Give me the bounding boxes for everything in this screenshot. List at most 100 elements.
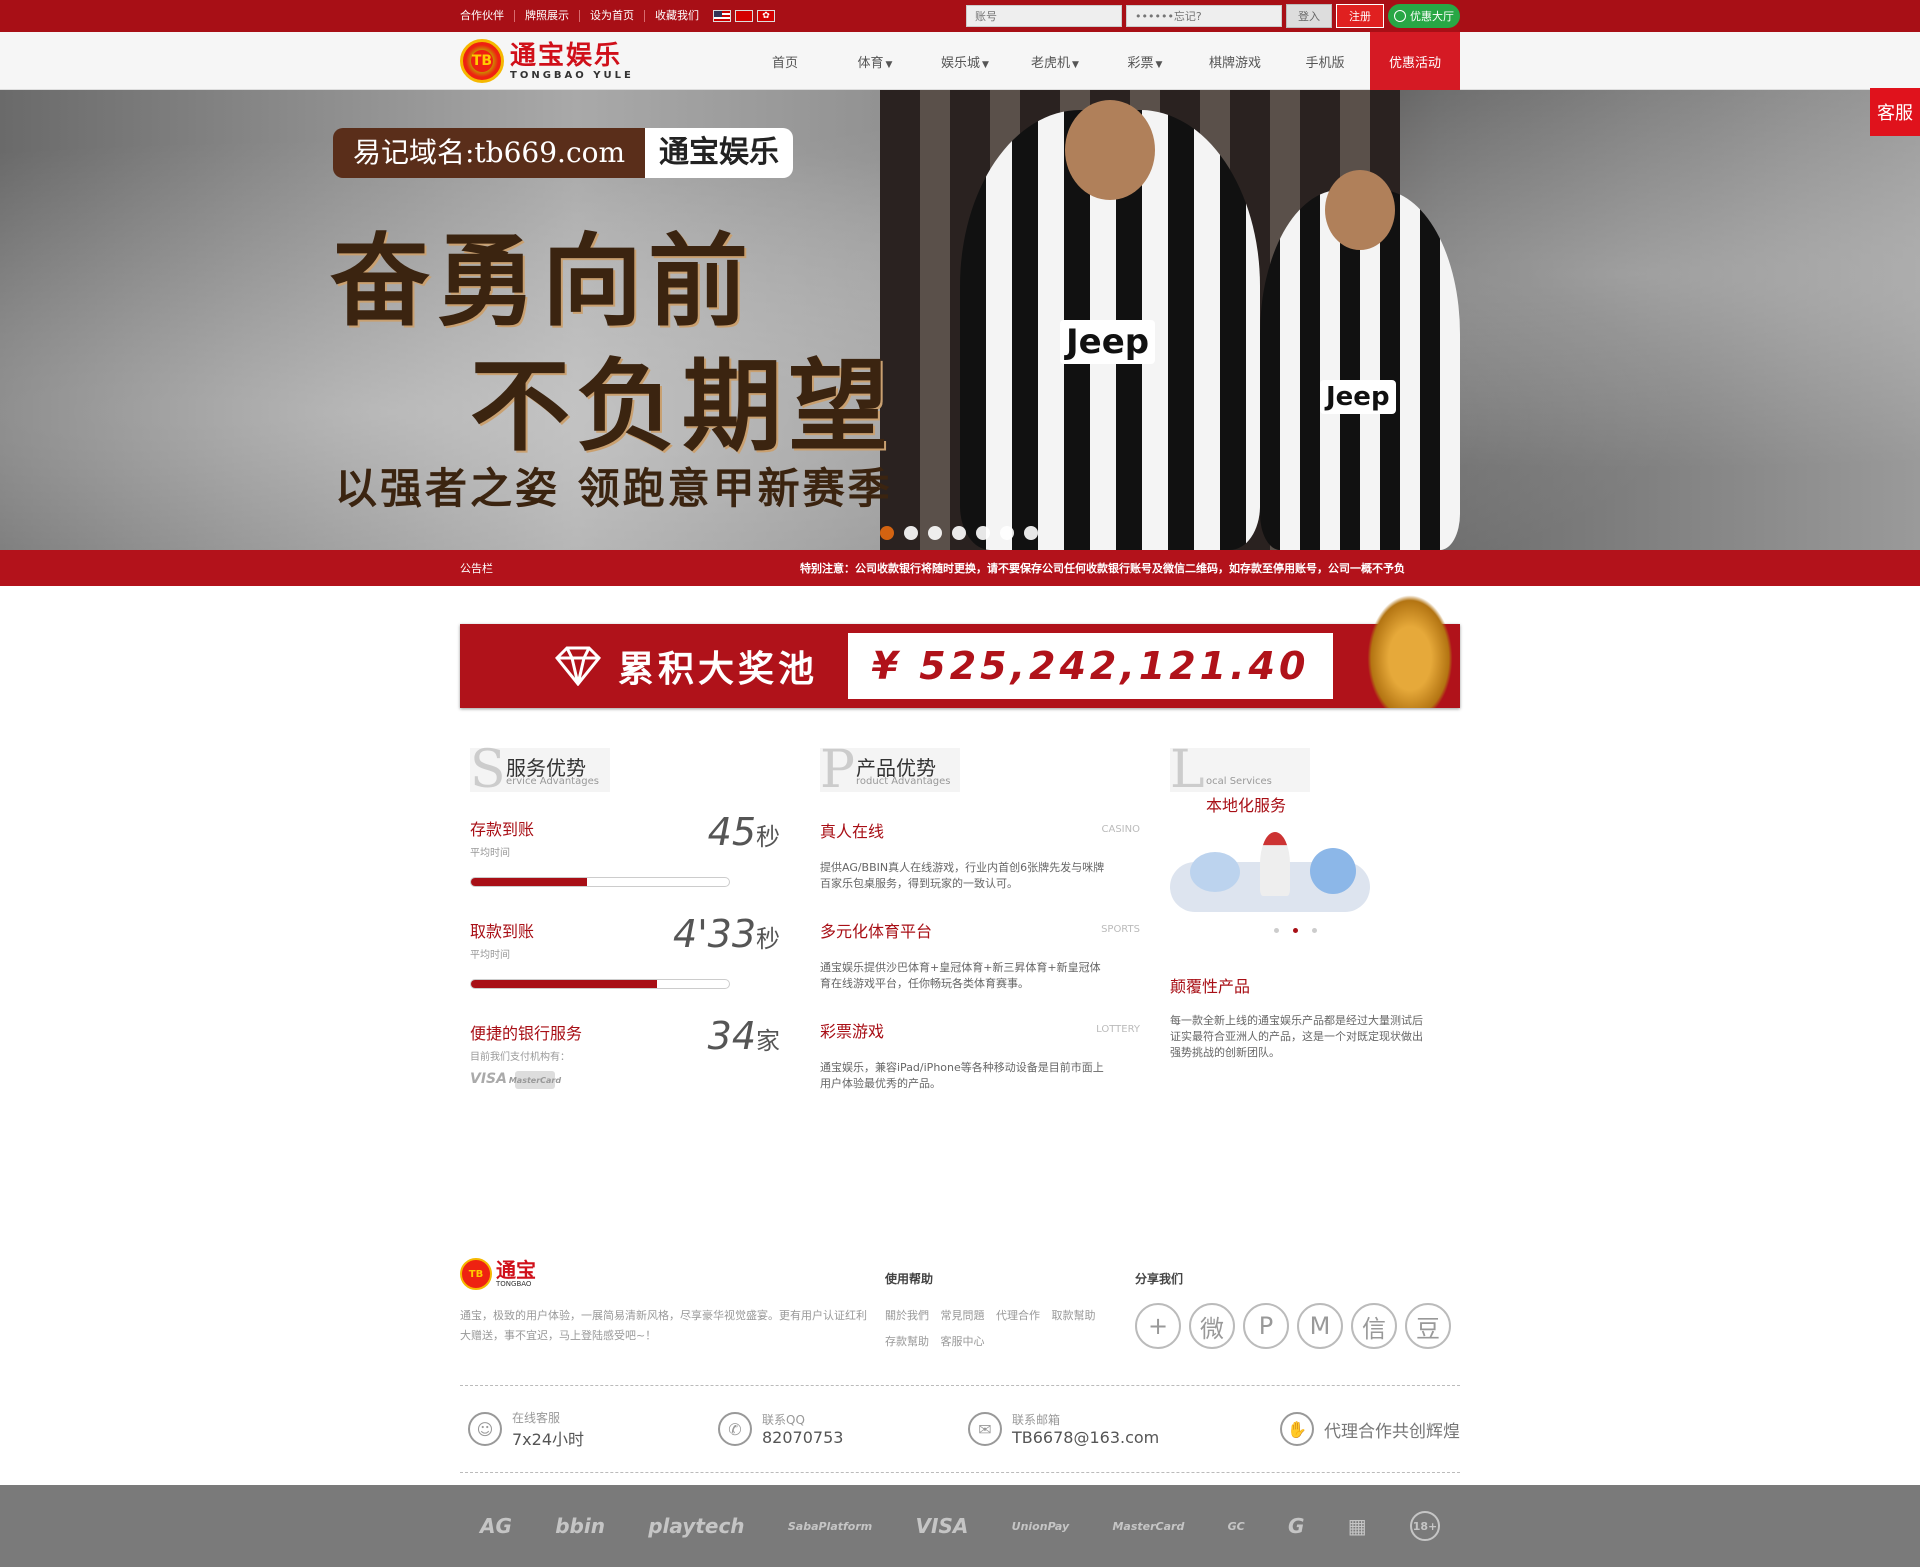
contact-qq[interactable]: ✆ 联系QQ 82070753 bbox=[710, 1411, 960, 1447]
slide-dot[interactable] bbox=[880, 526, 894, 540]
wechat-icon[interactable]: 信 bbox=[1351, 1303, 1397, 1349]
site-logo[interactable]: TB 通宝娱乐 TONGBAO YULE bbox=[460, 39, 740, 83]
share-title: 分享我们 bbox=[1135, 1272, 1184, 1286]
help-title: 使用帮助 bbox=[885, 1272, 934, 1286]
help-link-about[interactable]: 關於我們 bbox=[885, 1309, 929, 1322]
nav-label: 棋牌游戏 bbox=[1208, 55, 1261, 71]
promo-hall-button[interactable]: 优惠大厅 bbox=[1388, 4, 1460, 28]
heading-subtitle: ocal Services bbox=[1206, 776, 1272, 787]
nav-label: 首页 bbox=[771, 55, 798, 71]
nav-item-home[interactable]: 首页 bbox=[740, 52, 830, 71]
renren-icon[interactable]: M bbox=[1297, 1303, 1343, 1349]
help-link-withdraw[interactable]: 取款幫助 bbox=[1052, 1309, 1096, 1322]
nav-item-lottery[interactable]: 彩票 ▼ bbox=[1100, 52, 1190, 71]
top-bar: 合作伙伴 牌照展示 设为首页 收藏我们 ✿ 登入 注册 优惠大厅 bbox=[0, 0, 1920, 32]
help-link-deposit[interactable]: 存款幫助 bbox=[885, 1335, 929, 1348]
dragon-mascot bbox=[1360, 584, 1460, 708]
slide-dot[interactable] bbox=[928, 526, 942, 540]
heading-letter: S bbox=[470, 740, 506, 800]
help-link-agent[interactable]: 代理合作 bbox=[996, 1309, 1040, 1322]
local-column: L 本地化服务 ocal Services 颠覆性产品 每一款全新上线的通宝娱乐… bbox=[1160, 744, 1460, 1098]
nav-item-chess[interactable]: 棋牌游戏 bbox=[1190, 52, 1280, 71]
help-link-faq[interactable]: 常見問題 bbox=[941, 1309, 985, 1322]
help-link-support[interactable]: 客服中心 bbox=[941, 1335, 985, 1348]
nav-label: 体育 bbox=[857, 55, 884, 71]
product-casino[interactable]: 真人在线 CASINO 提供AG/BBIN真人在线游戏，行业内首创6张牌先发与咪… bbox=[820, 818, 1150, 892]
plus-icon[interactable]: + bbox=[1135, 1303, 1181, 1349]
jersey-sponsor: Jeep bbox=[1060, 320, 1156, 364]
slide-dot[interactable] bbox=[1000, 526, 1014, 540]
hero-banner[interactable]: 易记域名:tb669.com 通宝娱乐 奋勇向前 不负期望 以强者之姿 领跑意甲… bbox=[0, 90, 1920, 550]
account-input[interactable] bbox=[966, 5, 1122, 27]
hk-flag-icon[interactable]: ✿ bbox=[757, 10, 775, 22]
nav-label: 优惠活动 bbox=[1388, 55, 1441, 71]
slide-dot[interactable] bbox=[952, 526, 966, 540]
carousel-dot[interactable] bbox=[1311, 928, 1317, 933]
bookmark-link[interactable]: 收藏我们 bbox=[644, 10, 709, 22]
age-18-icon: 18+ bbox=[1409, 1511, 1440, 1541]
grid-logo: ▦ bbox=[1347, 1514, 1367, 1538]
contact-email[interactable]: ✉ 联系邮箱 TB6678@163.com bbox=[960, 1411, 1210, 1447]
share-icons: + 微 P M 信 豆 bbox=[1135, 1303, 1451, 1349]
product-lottery[interactable]: 彩票游戏 LOTTERY 通宝娱乐，兼容iPad/iPhone等各种移动设备是目… bbox=[820, 1018, 1150, 1092]
partner-logos: AG bbin playtech SabaPlatform VISA Union… bbox=[460, 1485, 1460, 1567]
footer-share: 分享我们 + 微 P M 信 豆 bbox=[1135, 1258, 1451, 1355]
brand-text: 通宝娱乐 bbox=[645, 128, 794, 178]
product-heading: P 产品优势 roduct Advantages bbox=[820, 744, 960, 796]
nav-item-mobile[interactable]: 手机版 bbox=[1280, 52, 1370, 71]
nav-item-sports[interactable]: 体育 ▼ bbox=[830, 52, 920, 71]
license-link[interactable]: 牌照展示 bbox=[514, 10, 579, 22]
jackpot-banner: 累积大奖池 ¥ 525,242,121.40 bbox=[460, 584, 1460, 708]
unionpay-logo: UnionPay bbox=[1011, 1519, 1070, 1533]
features-section: S 服务优势 ervice Advantages 存款到账 平均时间 45秒 取… bbox=[460, 740, 1460, 1098]
agent-link[interactable]: ✋ 代理合作共创辉煌 bbox=[1260, 1412, 1460, 1446]
product-title: 真人在线 bbox=[820, 822, 885, 841]
cn-flag-icon[interactable] bbox=[735, 10, 753, 22]
deposit-stat: 存款到账 平均时间 45秒 bbox=[470, 810, 800, 894]
slide-dot[interactable] bbox=[976, 526, 990, 540]
douban-icon[interactable]: 豆 bbox=[1405, 1303, 1451, 1349]
weibo-icon[interactable]: 微 bbox=[1189, 1303, 1235, 1349]
phone-icon: ✆ bbox=[718, 1412, 752, 1446]
service-heading: S 服务优势 ervice Advantages bbox=[470, 740, 610, 800]
slide-dot[interactable] bbox=[904, 526, 918, 540]
us-flag-icon[interactable] bbox=[713, 10, 731, 22]
customer-service-button[interactable]: 客服 bbox=[1870, 88, 1920, 136]
carousel-dot[interactable] bbox=[1292, 928, 1298, 933]
product-sports[interactable]: 多元化体育平台 SPORTS 通宝娱乐提供沙巴体育+皇冠体育+新三昇体育+新皇冠… bbox=[820, 918, 1150, 992]
slide-dot[interactable] bbox=[1024, 526, 1038, 540]
contact-label: 在线客服 bbox=[512, 1410, 561, 1425]
footer-about-text: 通宝，极致的用户体验，一展简易清新风格，尽享豪华视觉盛宴。更有用户认证红利大赠送… bbox=[460, 1309, 867, 1342]
footer-about: TB 通宝 TONGBAO 通宝，极致的用户体验，一展简易清新风格，尽享豪华视觉… bbox=[460, 1258, 885, 1355]
main-nav: TB 通宝娱乐 TONGBAO YULE 首页 体育 ▼ 娱乐城 ▼ 老虎机 ▼ 彩票… bbox=[0, 32, 1920, 90]
carousel-dot[interactable] bbox=[1273, 928, 1279, 933]
rocket-illustration bbox=[1170, 832, 1450, 912]
slogan-line1: 奋勇向前 bbox=[330, 223, 754, 340]
visa-logo: VISA bbox=[470, 1071, 507, 1087]
logo-en-text: TONGBAO YULE bbox=[510, 69, 634, 81]
slogan-line2: 不负期望 bbox=[470, 348, 894, 465]
notice-message[interactable]: 特别注意：公司收款银行将随时更换，请不要保存公司任何收款银行账号及微信二维码，如… bbox=[800, 560, 1460, 576]
bank-stat: 便捷的银行服务 目前我们支付机构有： 34家 VISA MasterCard bbox=[470, 1014, 800, 1098]
stat-number: 34家 bbox=[707, 1014, 780, 1058]
player-image: Jeep bbox=[1260, 170, 1460, 550]
nav-item-casino[interactable]: 娱乐城 ▼ bbox=[920, 52, 1010, 71]
login-button[interactable]: 登入 bbox=[1286, 4, 1332, 28]
register-button[interactable]: 注册 bbox=[1336, 4, 1384, 28]
contact-online[interactable]: ☺ 在线客服 7x24小时 bbox=[460, 1409, 710, 1450]
password-input[interactable] bbox=[1126, 5, 1282, 27]
set-homepage-link[interactable]: 设为首页 bbox=[579, 10, 644, 22]
footer: TB 通宝 TONGBAO 通宝，极致的用户体验，一展简易清新风格，尽享豪华视觉… bbox=[460, 1258, 1460, 1473]
contact-value: 7x24小时 bbox=[512, 1429, 585, 1449]
footer-logo: TB 通宝 TONGBAO bbox=[460, 1258, 885, 1290]
pinterest-icon[interactable]: P bbox=[1243, 1303, 1289, 1349]
partner-bar: AG bbin playtech SabaPlatform VISA Union… bbox=[0, 1485, 1920, 1567]
nav-item-slots[interactable]: 老虎机 ▼ bbox=[1010, 52, 1100, 71]
service-column: S 服务优势 ervice Advantages 存款到账 平均时间 45秒 取… bbox=[460, 740, 810, 1098]
nav-item-promotions[interactable]: 优惠活动 bbox=[1370, 32, 1460, 90]
partner-link[interactable]: 合作伙伴 bbox=[460, 10, 514, 22]
heading-subtitle: roduct Advantages bbox=[856, 776, 951, 787]
slide-dots bbox=[880, 526, 1038, 540]
ag-logo: AG bbox=[480, 1514, 512, 1538]
handshake-icon: ✋ bbox=[1280, 1412, 1314, 1446]
